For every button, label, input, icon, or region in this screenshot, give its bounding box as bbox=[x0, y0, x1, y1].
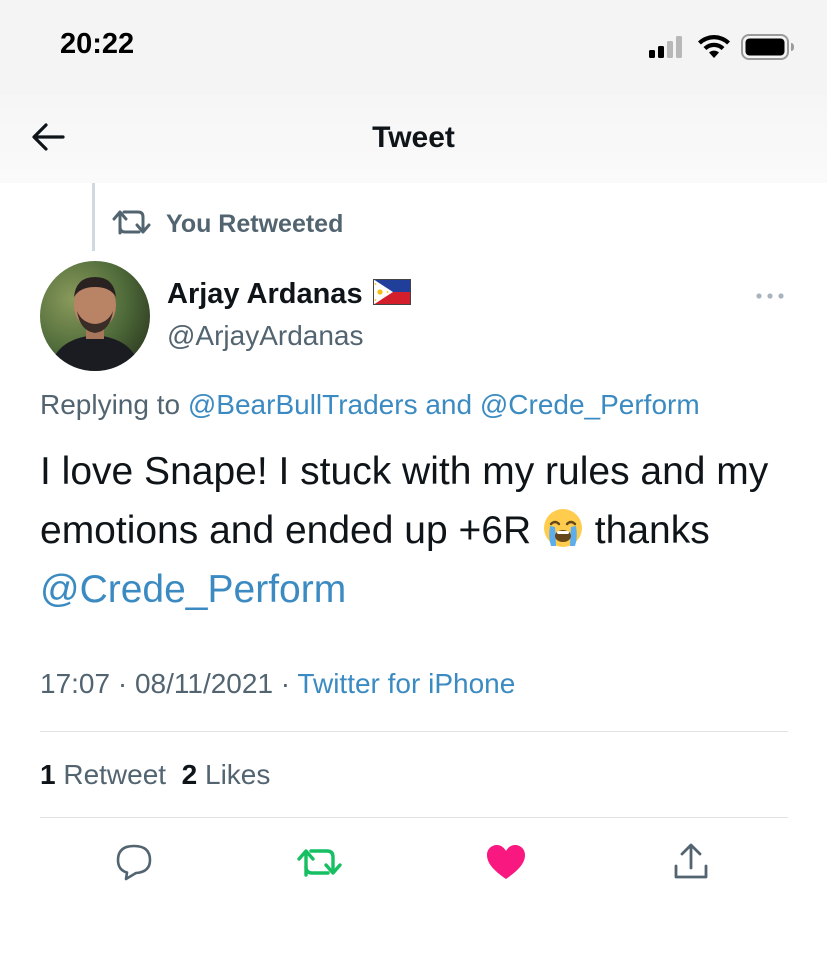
heart-icon bbox=[485, 843, 527, 886]
retweet-context-label: You Retweeted bbox=[166, 210, 344, 238]
loudly-crying-face-icon bbox=[542, 507, 584, 549]
status-icons bbox=[649, 34, 795, 65]
tweet-source-link[interactable]: Twitter for iPhone bbox=[297, 668, 515, 699]
tweet-text: I love Snape! I stuck with my rules and … bbox=[40, 442, 810, 619]
likes-count: 2 bbox=[181, 759, 198, 790]
likes-label: Likes bbox=[205, 759, 271, 790]
replying-to-prefix: Replying to bbox=[40, 389, 188, 420]
thread-line bbox=[92, 183, 95, 251]
likes-stat[interactable]: 2 Likes bbox=[182, 759, 271, 790]
divider bbox=[40, 817, 788, 818]
mention-link[interactable]: @BearBullTraders bbox=[188, 389, 418, 420]
retweet-icon bbox=[297, 844, 343, 885]
retweet-icon bbox=[112, 207, 152, 242]
retweets-stat[interactable]: 1 Retweet bbox=[40, 759, 166, 790]
retweets-count: 1 bbox=[40, 759, 56, 790]
replying-to-joiner: and bbox=[417, 389, 480, 420]
top-bar: Tweet bbox=[0, 95, 827, 183]
author-name: Arjay Ardanas bbox=[167, 278, 363, 310]
page-title: Tweet bbox=[372, 121, 455, 154]
author-handle[interactable]: @ArjayArdanas bbox=[167, 320, 364, 352]
like-button[interactable] bbox=[478, 838, 534, 890]
action-bar bbox=[0, 838, 827, 894]
status-time: 20:22 bbox=[60, 28, 135, 60]
tweet-time: 17:07 bbox=[40, 668, 111, 699]
retweet-button[interactable] bbox=[292, 838, 348, 890]
tweet-date: 08/11/2021 bbox=[134, 668, 274, 699]
battery-icon bbox=[741, 34, 795, 65]
share-button[interactable] bbox=[663, 838, 719, 890]
more-dots-icon bbox=[755, 287, 785, 305]
philippines-flag-icon bbox=[372, 279, 411, 310]
cellular-signal-icon bbox=[649, 35, 687, 64]
tweet-meta: 17:07 · 08/11/2021 · Twitter for iPhone bbox=[40, 668, 515, 700]
wifi-icon bbox=[697, 34, 731, 65]
mention-link[interactable]: @Crede_Perform bbox=[480, 389, 700, 420]
more-options-button[interactable] bbox=[752, 282, 788, 310]
author-name-row[interactable]: Arjay Ardanas bbox=[167, 278, 411, 311]
retweet-context[interactable]: You Retweeted bbox=[112, 207, 343, 242]
meta-separator: · bbox=[110, 668, 135, 699]
status-bar: 20:22 bbox=[0, 0, 827, 95]
tweet-stats: 1 Retweet 2 Likes bbox=[40, 759, 270, 791]
share-icon bbox=[671, 842, 711, 887]
divider bbox=[40, 731, 788, 732]
meta-separator: · bbox=[273, 668, 298, 699]
reply-icon bbox=[114, 842, 154, 887]
retweets-label: Retweet bbox=[63, 759, 167, 790]
replying-to: Replying to @BearBullTraders and @Crede_… bbox=[40, 389, 700, 421]
mention-link[interactable]: @Crede_Perform bbox=[40, 568, 346, 611]
avatar[interactable] bbox=[40, 261, 150, 371]
tweet-text-part: thanks bbox=[583, 509, 710, 552]
reply-button[interactable] bbox=[106, 838, 162, 890]
